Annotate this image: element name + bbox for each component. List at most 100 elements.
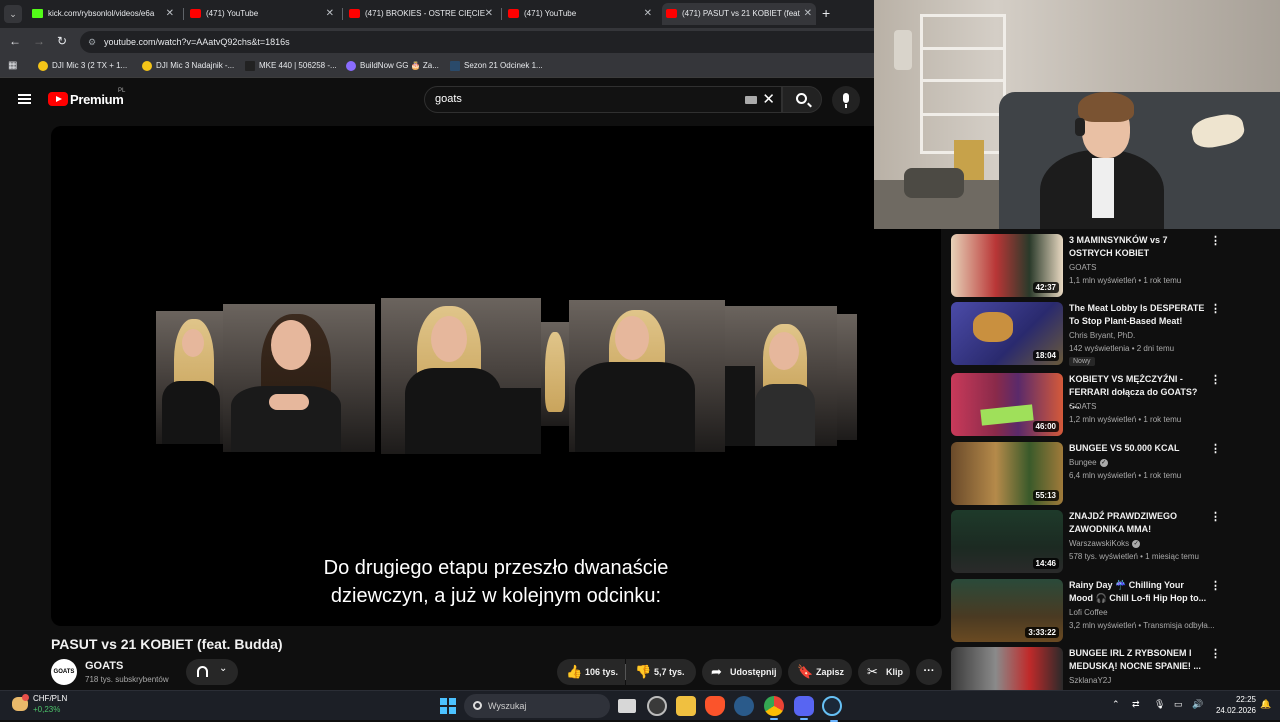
network-icon[interactable]: ▭ — [1174, 699, 1183, 710]
more-vert-icon[interactable]: ⋮ — [1210, 512, 1221, 523]
more-actions-button[interactable]: ··· — [916, 659, 942, 685]
recommendation-meta: 3,2 mln wyświetleń • Transmisja odbyła..… — [1069, 621, 1215, 630]
share-button[interactable]: ➦ Udostępnij — [702, 659, 782, 685]
youtube-premium-logo[interactable]: Premium — [70, 92, 124, 107]
video-frame-panel — [725, 306, 837, 446]
close-tab-icon[interactable]: ✕ — [644, 3, 652, 25]
more-vert-icon[interactable]: ⋮ — [1210, 649, 1221, 660]
voice-search-button[interactable] — [832, 86, 860, 114]
video-thumbnail[interactable]: 3:33:22 — [951, 579, 1063, 642]
youtube-logo-icon[interactable] — [48, 92, 68, 106]
search-input[interactable]: goats ✕ — [424, 86, 782, 113]
forward-icon[interactable]: → — [33, 34, 45, 48]
bookmark-item[interactable]: DJI Mic 3 Nadajnik -... — [142, 61, 234, 71]
app-icon[interactable] — [647, 696, 667, 716]
recommendation-item[interactable]: BUNGEE IRL Z RYBSONEM I MEDUSKĄ! NOCNE S… — [951, 647, 1271, 690]
recommendation-channel[interactable]: Bungee ✓ — [1069, 458, 1108, 467]
more-vert-icon[interactable]: ⋮ — [1210, 236, 1221, 247]
more-vert-icon[interactable]: ⋮ — [1210, 304, 1221, 315]
tray-app-icon[interactable]: ⇄ — [1132, 699, 1140, 710]
browser-tab[interactable]: (471) YouTube ✕ — [504, 3, 656, 25]
recommendation-channel[interactable]: GOATS — [1069, 402, 1096, 411]
volume-icon[interactable]: 🔊 — [1192, 699, 1203, 710]
taskbar-search-input[interactable]: Wyszukaj — [464, 694, 610, 718]
browser-tab[interactable]: (471) YouTube ✕ — [186, 3, 338, 25]
new-tab-icon[interactable]: + — [822, 5, 830, 21]
recommendation-item[interactable]: 3:33:22 Rainy Day ☔ Chilling Your Mood 🎧… — [951, 579, 1271, 642]
reload-icon[interactable]: ↻ — [57, 34, 67, 48]
back-icon[interactable]: ← — [9, 34, 21, 48]
bookmark-item[interactable]: DJI Mic 3 (2 TX + 1... — [38, 61, 127, 71]
video-thumbnail[interactable] — [951, 647, 1063, 690]
steam-icon[interactable] — [822, 696, 842, 722]
chrome-icon[interactable] — [764, 696, 784, 720]
close-tab-icon[interactable]: ✕ — [166, 3, 174, 25]
browser-tab[interactable]: kick.com/rybsonlol/videos/e6a ✕ — [28, 3, 178, 25]
recommendation-title[interactable]: BUNGEE IRL Z RYBSONEM I MEDUSKĄ! NOCNE S… — [1069, 647, 1207, 673]
video-thumbnail[interactable]: 55:13 — [951, 442, 1063, 505]
browser-tab[interactable]: (471) BROKIES - OSTRE CIĘCIE ✕ — [345, 3, 497, 25]
recommendation-item[interactable]: 55:13 BUNGEE VS 50.000 KCAL Bungee ✓ 6,4 … — [951, 442, 1271, 505]
bookmark-item[interactable]: Sezon 21 Odcinek 1... — [450, 61, 543, 71]
task-view-icon[interactable] — [618, 699, 636, 713]
search-button[interactable] — [782, 86, 822, 113]
like-button[interactable]: 👍 106 tys. — [557, 659, 625, 685]
close-tab-icon[interactable]: ✕ — [485, 3, 493, 25]
recommendation-title[interactable]: 3 MAMINSYNKÓW vs 7 OSTRYCH KOBIET — [1069, 234, 1207, 260]
recommendation-channel[interactable]: SzklanaY2J — [1069, 676, 1111, 685]
microphone-icon[interactable]: 🎙 — [1154, 699, 1165, 710]
recommendation-title[interactable]: Rainy Day ☔ Chilling Your Mood 🎧 Chill L… — [1069, 579, 1207, 605]
save-button[interactable]: 🔖 Zapisz — [788, 659, 852, 685]
recommendation-title[interactable]: The Meat Lobby Is DESPERATE To Stop Plan… — [1069, 302, 1207, 328]
clip-button[interactable]: ✂ Klip — [858, 659, 910, 685]
apps-grid-icon[interactable]: ▦ — [8, 60, 17, 71]
recommendation-item[interactable]: 14:46 ZNAJDŹ PRAWDZIWEGO ZAWODNIKA MMA! … — [951, 510, 1271, 573]
video-player[interactable]: Do drugiego etapu przeszło dwanaście dzi… — [51, 126, 941, 626]
recommendation-item[interactable]: 18:04 The Meat Lobby Is DESPERATE To Sto… — [951, 302, 1271, 366]
address-bar[interactable]: ⚙ youtube.com/watch?v=AAatvQ92chs&t=1816… — [80, 31, 874, 53]
tab-search-dropdown-icon[interactable]: ⌄ — [4, 5, 22, 23]
channel-avatar[interactable]: GOATS — [51, 659, 77, 685]
discord-icon[interactable] — [794, 696, 814, 720]
recommendation-meta: 578 tys. wyświetleń • 1 miesiąc temu — [1069, 552, 1199, 561]
recommendation-meta: 1,2 mln wyświetleń • 1 rok temu — [1069, 415, 1182, 424]
recommendation-channel[interactable]: GOATS — [1069, 263, 1096, 272]
more-vert-icon[interactable]: ⋮ — [1210, 444, 1221, 455]
ccleaner-icon[interactable] — [734, 696, 754, 716]
video-thumbnail[interactable]: 46:00 — [951, 373, 1063, 436]
keyboard-icon[interactable] — [745, 96, 757, 104]
recommendation-channel[interactable]: Lofi Coffee — [1069, 608, 1108, 617]
video-frame-panel — [569, 300, 725, 452]
bookmark-item[interactable]: MKE 440 | 506258 -... — [245, 61, 337, 71]
channel-name[interactable]: GOATS — [85, 660, 123, 672]
widgets-icon[interactable] — [12, 694, 29, 711]
ticker-name[interactable]: CHF/PLN — [33, 694, 67, 703]
recommendation-title[interactable]: ZNAJDŹ PRAWDZIWEGO ZAWODNIKA MMA! — [1069, 510, 1207, 536]
bookmark-item[interactable]: BuildNow GG 🎂 Za... — [346, 61, 439, 71]
video-thumbnail[interactable]: 18:04 — [951, 302, 1063, 365]
video-thumbnail[interactable]: 42:37 — [951, 234, 1063, 297]
recommendation-item[interactable]: 42:37 3 MAMINSYNKÓW vs 7 OSTRYCH KOBIET … — [951, 234, 1271, 297]
notifications-icon[interactable]: 🔔 — [1260, 699, 1271, 710]
site-settings-icon[interactable]: ⚙ — [88, 31, 96, 53]
more-vert-icon[interactable]: ⋮ — [1210, 581, 1221, 592]
close-tab-icon[interactable]: ✕ — [326, 3, 334, 25]
more-vert-icon[interactable]: ⋮ — [1210, 375, 1221, 386]
recommendation-title[interactable]: BUNGEE VS 50.000 KCAL — [1069, 442, 1207, 455]
brave-browser-icon[interactable] — [705, 696, 725, 716]
recommendation-meta: 1,1 mln wyświetleń • 1 rok temu — [1069, 276, 1182, 285]
browser-tab-active[interactable]: (471) PASUT vs 21 KOBIET (feat ✕ — [662, 3, 816, 25]
clear-search-icon[interactable]: ✕ — [762, 87, 775, 112]
subscribed-notifications-button[interactable]: ⌄ — [186, 659, 238, 685]
windows-start-icon[interactable] — [440, 698, 456, 714]
recommendation-item[interactable]: 46:00 KOBIETY VS MĘŻCZYŹNI - FERRARI doł… — [951, 373, 1271, 436]
menu-icon[interactable] — [18, 94, 31, 104]
system-clock[interactable]: 22:25 24.02.2026 — [1210, 694, 1256, 716]
video-thumbnail[interactable]: 14:46 — [951, 510, 1063, 573]
file-explorer-icon[interactable] — [676, 696, 696, 716]
close-tab-icon[interactable]: ✕ — [804, 3, 812, 25]
show-hidden-icons-icon[interactable]: ⌃ — [1112, 699, 1120, 710]
recommendation-channel[interactable]: Chris Bryant, PhD. — [1069, 331, 1135, 340]
dislike-button[interactable]: 👎 5,7 tys. — [626, 659, 696, 685]
recommendation-channel[interactable]: WarszawskiKoks ✓ — [1069, 539, 1141, 548]
